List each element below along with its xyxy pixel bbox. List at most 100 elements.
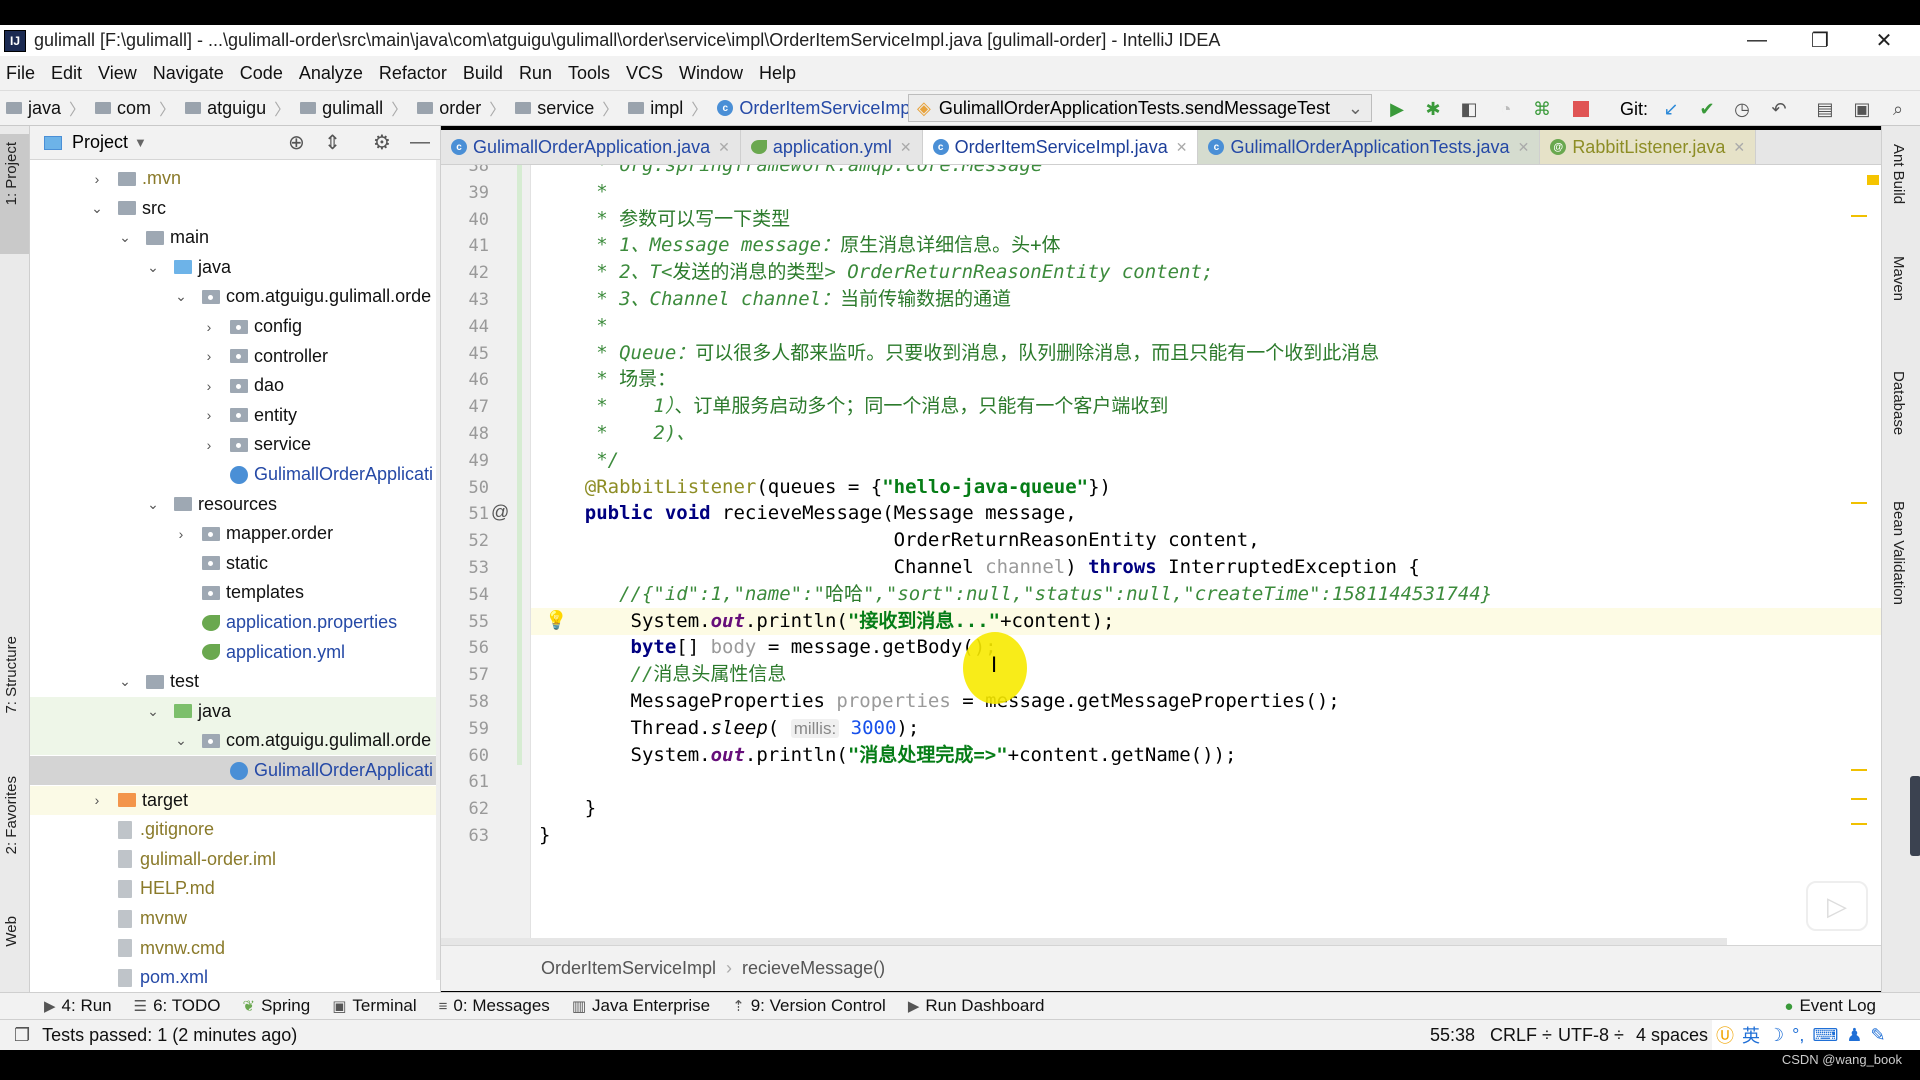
ime-keyboard-icon[interactable]: ⌨: [1812, 1025, 1838, 1046]
hide-panel-icon[interactable]: —: [410, 131, 430, 154]
file-encoding[interactable]: UTF-8 ÷: [1558, 1025, 1624, 1046]
menu-analyze[interactable]: Analyze: [299, 63, 363, 84]
coverage-icon[interactable]: ◧: [1458, 98, 1480, 120]
stripe-favorites[interactable]: 2: Favorites: [3, 776, 20, 854]
menu-code[interactable]: Code: [240, 63, 283, 84]
tree-item[interactable]: › service: [30, 430, 440, 459]
nav-crumb-java[interactable]: java 〉: [0, 96, 85, 120]
nav-crumb-com[interactable]: com 〉: [89, 96, 175, 120]
code-line[interactable]: * org.springframework.amqp.core.Message: [539, 165, 1042, 179]
code-line[interactable]: System.out.println("消息处理完成=>"+content.ge…: [539, 742, 1237, 769]
tool-run[interactable]: ▶ 4: Run: [44, 996, 112, 1016]
close-tab-icon[interactable]: ✕: [900, 139, 912, 156]
tree-item[interactable]: › entity: [30, 401, 440, 430]
menu-run[interactable]: Run: [519, 63, 552, 84]
chevron-down-icon[interactable]: ▼: [134, 135, 147, 150]
warning-indicator[interactable]: [1867, 175, 1879, 185]
tree-item[interactable]: ⌄ java: [30, 696, 440, 726]
nav-crumb-gulimall[interactable]: gulimall 〉: [294, 96, 407, 120]
code-line[interactable]: *: [539, 313, 607, 340]
chevron-down-icon[interactable]: ⌄: [146, 703, 160, 720]
code-line[interactable]: * Queue：可以很多人都来监听。只要收到消息，队列删除消息，而且只能有一个收…: [539, 340, 1379, 367]
line-separator[interactable]: CRLF ÷: [1490, 1025, 1552, 1046]
chevron-right-icon[interactable]: ›: [90, 792, 104, 808]
tool-java-enterprise[interactable]: ▥ Java Enterprise: [572, 996, 710, 1016]
code-line[interactable]: //{"id":1,"name":"哈哈","sort":null,"statu…: [539, 581, 1492, 608]
locate-icon[interactable]: ⊕: [288, 130, 305, 155]
close-tab-icon[interactable]: ✕: [1176, 139, 1188, 156]
nav-crumb-order[interactable]: order 〉: [411, 96, 505, 120]
stripe-web[interactable]: Web: [3, 916, 20, 947]
nav-crumb-impl[interactable]: impl 〉: [622, 96, 707, 120]
tree-item[interactable]: ⌄ main: [30, 223, 440, 252]
code-line[interactable]: */: [539, 447, 619, 474]
code-line[interactable]: MessageProperties properties = message.g…: [539, 688, 1340, 715]
override-marker-icon[interactable]: @: [491, 502, 509, 523]
git-revert-icon[interactable]: ↶: [1768, 98, 1790, 120]
close-button[interactable]: ✕: [1854, 25, 1914, 56]
tree-item[interactable]: application.properties: [30, 608, 440, 637]
project-structure-icon[interactable]: ▤: [1814, 98, 1836, 120]
tree-item[interactable]: ⌄ resources: [30, 490, 440, 519]
breadcrumb-class[interactable]: OrderItemServiceImpl: [541, 958, 716, 979]
tree-item[interactable]: ⌄ test: [30, 667, 440, 696]
code-line[interactable]: * 2、T<发送的消息的类型> OrderReturnReasonEntity …: [539, 259, 1213, 286]
tree-item[interactable]: mvnw: [30, 904, 440, 933]
code-line[interactable]: Channel channel) throws InterruptedExcep…: [539, 554, 1420, 581]
tree-item[interactable]: ⌄ com.atguigu.gulimall.orde: [30, 726, 440, 756]
menu-view[interactable]: View: [98, 63, 137, 84]
chevron-right-icon[interactable]: ›: [174, 526, 188, 542]
video-play-overlay-icon[interactable]: ▷: [1806, 881, 1868, 931]
tree-item[interactable]: mvnw.cmd: [30, 934, 440, 963]
chevron-down-icon[interactable]: ⌄: [90, 200, 104, 217]
chevron-down-icon[interactable]: ⌄: [174, 288, 188, 305]
ime-language[interactable]: 英: [1742, 1022, 1760, 1048]
code-line[interactable]: * 1）、订单服务启动多个；同一个消息，只能有一个客户端收到: [539, 393, 1168, 420]
indent-setting[interactable]: 4 spaces: [1636, 1025, 1708, 1046]
nav-crumb-atguigu[interactable]: atguigu 〉: [179, 96, 290, 120]
ime-logo-icon[interactable]: Ⓤ: [1716, 1022, 1734, 1048]
tool-run-dashboard[interactable]: ▶ Run Dashboard: [908, 996, 1045, 1016]
menu-build[interactable]: Build: [463, 63, 503, 84]
menu-vcs[interactable]: VCS: [626, 63, 663, 84]
close-tab-icon[interactable]: ✕: [1733, 139, 1745, 156]
tree-item[interactable]: › controller: [30, 342, 440, 371]
ime-moon-icon[interactable]: ☽: [1768, 1025, 1784, 1046]
tool-spring[interactable]: ❦ Spring: [243, 996, 311, 1016]
code-line[interactable]: //消息头属性信息: [539, 661, 787, 688]
code-line[interactable]: Thread.sleep( millis: 3000);: [539, 715, 920, 742]
code-line[interactable]: OrderReturnReasonEntity content,: [539, 527, 1260, 554]
chevron-right-icon[interactable]: ›: [202, 407, 216, 423]
caret-position[interactable]: 55:38: [1430, 1025, 1475, 1046]
tool-messages[interactable]: ≡ 0: Messages: [439, 996, 550, 1016]
chevron-right-icon[interactable]: ›: [202, 378, 216, 394]
nav-crumb-class[interactable]: c OrderItemServiceImpl: [717, 98, 914, 119]
chevron-right-icon[interactable]: ›: [202, 319, 216, 335]
tree-item[interactable]: › config: [30, 312, 440, 341]
breadcrumb-method[interactable]: recieveMessage(): [742, 958, 885, 979]
ime-punctuation-icon[interactable]: °,: [1792, 1025, 1804, 1046]
code-editor[interactable]: 38 39 40 41 42 43 44 45 46 47 48 49 50 51 52 53 54 55 56 57…: [441, 165, 1881, 945]
tree-item[interactable]: › mapper.order: [30, 519, 440, 548]
gear-icon[interactable]: ⚙: [373, 130, 391, 155]
code-line[interactable]: * 参数可以写一下类型: [539, 206, 790, 233]
ime-settings-icon[interactable]: ✎: [1870, 1025, 1885, 1046]
chevron-down-icon[interactable]: ⌄: [146, 259, 160, 276]
stripe-database[interactable]: Database: [1890, 371, 1907, 435]
menu-navigate[interactable]: Navigate: [153, 63, 224, 84]
tree-item[interactable]: › dao: [30, 371, 440, 400]
stripe-structure[interactable]: 7: Structure: [3, 636, 20, 714]
horizontal-scrollbar[interactable]: [441, 938, 1727, 945]
collapse-all-icon[interactable]: ⇕: [324, 130, 341, 155]
stop-icon[interactable]: [1570, 98, 1592, 120]
profile-icon[interactable]: ◔: [1495, 98, 1517, 120]
menu-file[interactable]: File: [6, 63, 35, 84]
code-line[interactable]: @RabbitListener(queues = {"hello-java-qu…: [539, 474, 1111, 501]
menu-window[interactable]: Window: [679, 63, 743, 84]
code-line[interactable]: public void recieveMessage(Message messa…: [539, 500, 1077, 527]
nav-crumb-service[interactable]: service 〉: [509, 96, 618, 120]
status-message[interactable]: Tests passed: 1 (2 minutes ago): [42, 1025, 297, 1046]
tree-item[interactable]: ⌄ src: [30, 194, 440, 223]
debug-icon[interactable]: ✱: [1422, 98, 1444, 120]
code-line[interactable]: * 2)、: [539, 420, 695, 447]
